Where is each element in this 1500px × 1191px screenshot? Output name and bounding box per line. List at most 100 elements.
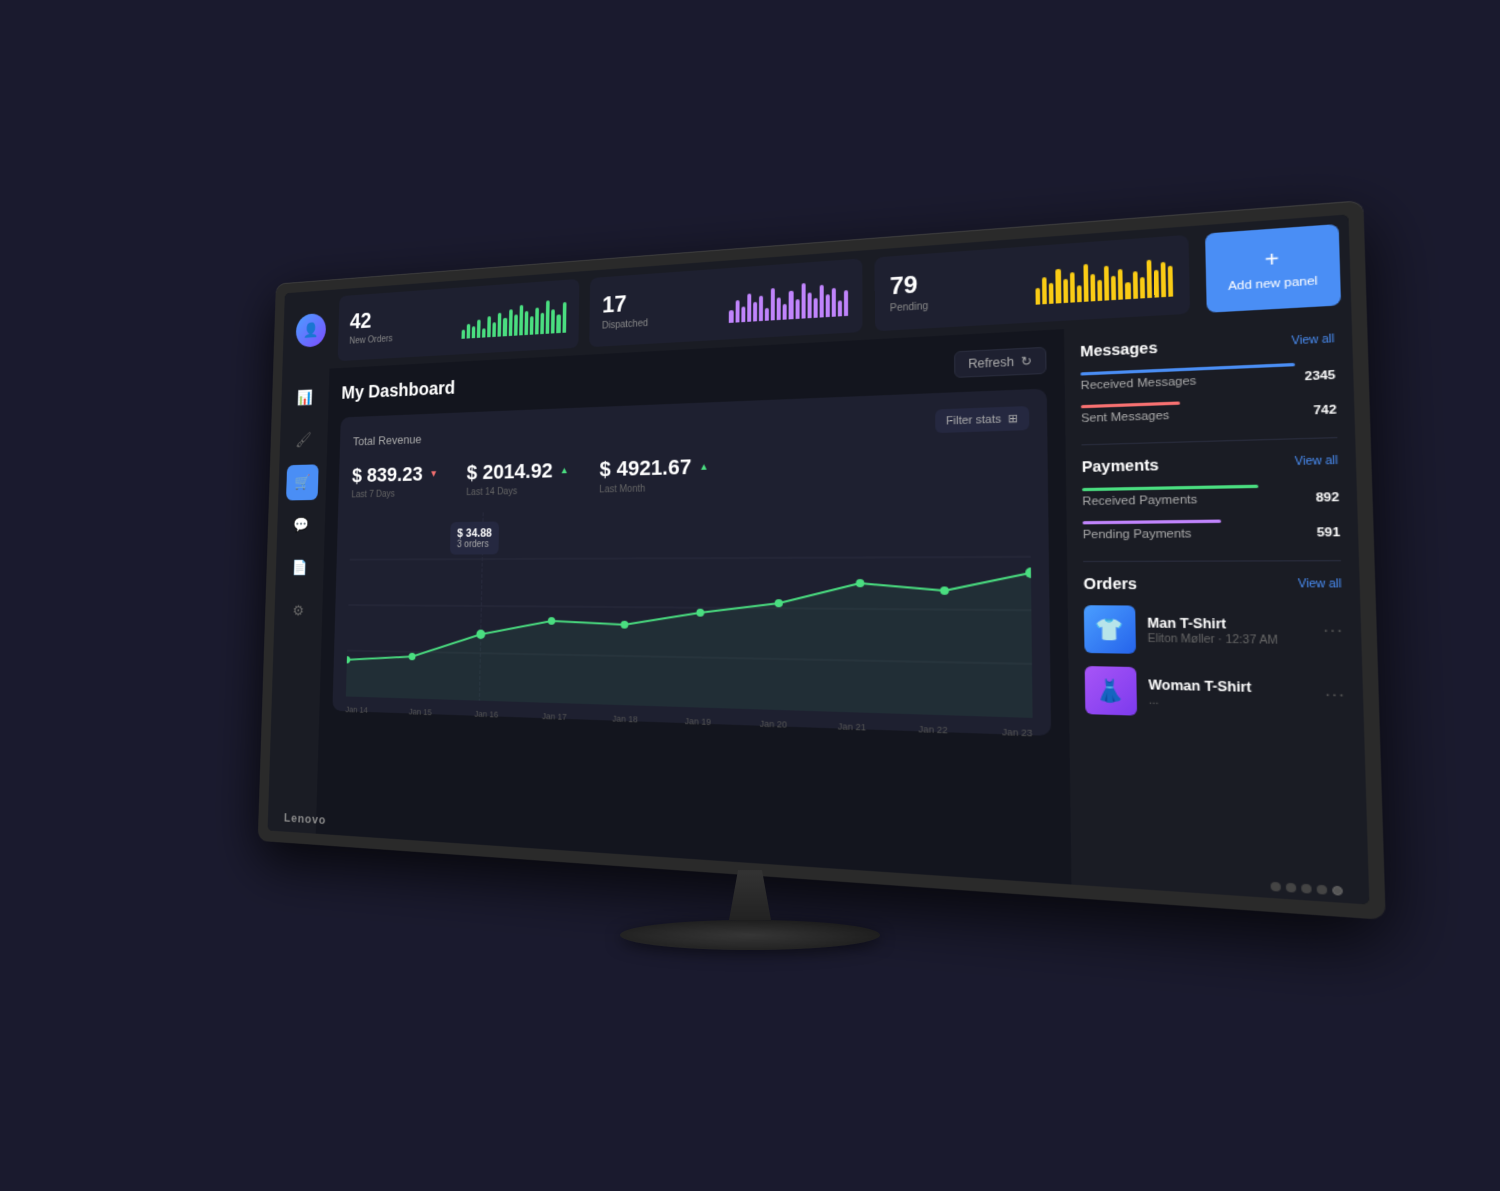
payment-count: 591 (1317, 526, 1341, 540)
trend-indicator: ▲ (695, 460, 712, 473)
mini-bar (729, 310, 733, 323)
chart-icon[interactable]: 📊 (289, 379, 322, 416)
add-panel-button[interactable]: + Add new panel (1205, 224, 1341, 313)
revenue-card-header: Total Revenue Filter stats ⊞ (353, 406, 1030, 452)
file-icon[interactable]: 📄 (283, 550, 316, 586)
add-panel-label: Add new panel (1228, 274, 1318, 293)
mini-bar (1125, 282, 1130, 300)
dashboard-title: My Dashboard (341, 378, 455, 404)
settings-icon[interactable]: ⚙ (282, 593, 315, 629)
orders-view-all[interactable]: View all (1298, 578, 1342, 591)
revenue-stat-0: $ 839.23▼Last 7 Days (351, 462, 441, 500)
revenue-card-title: Total Revenue (353, 432, 422, 448)
mini-bar (813, 298, 817, 318)
right-panel: Messages View all Received Messages2345S… (1064, 314, 1369, 905)
chat-icon[interactable]: 💬 (285, 507, 318, 543)
revenue-stat-2: $ 4921.67▲Last Month (599, 454, 712, 495)
x-axis-label: Jan 21 (838, 721, 866, 732)
avatar-area: 👤 (282, 289, 339, 371)
x-axis-label: Jan 17 (542, 711, 567, 722)
mini-bar (535, 307, 539, 334)
revenue-amount: $ 4921.67▲ (599, 454, 712, 482)
mini-chart (461, 295, 566, 338)
mini-bar (783, 303, 787, 319)
order-sub: Eliton Møller · 12:37 AM (1147, 632, 1310, 647)
power-button[interactable] (1332, 886, 1343, 896)
mini-bar (1118, 268, 1123, 299)
mini-bar (832, 287, 836, 316)
ctrl-dot (1317, 885, 1328, 895)
mini-bar (801, 283, 805, 319)
ctrl-dot (1301, 884, 1312, 894)
mini-bar (466, 323, 470, 338)
revenue-stats: $ 839.23▼Last 7 Days $ 2014.92▲Last 14 Da… (351, 445, 1030, 500)
orders-title: Orders (1083, 575, 1137, 592)
mini-bar (753, 302, 757, 321)
mini-bar (1070, 272, 1075, 303)
x-axis-label: Jan 14 (345, 705, 368, 715)
refresh-label: Refresh (968, 354, 1014, 371)
x-axis-label: Jan 19 (685, 716, 711, 727)
message-count: 2345 (1304, 369, 1335, 384)
revenue-chart (346, 504, 1033, 718)
messages-view-all[interactable]: View all (1291, 333, 1334, 347)
order-item-1: 👗Woman T-Shirt...··· (1085, 666, 1346, 722)
order-thumbnail: 👕 (1084, 605, 1136, 654)
mini-bar (771, 288, 775, 320)
filter-stats-button[interactable]: Filter stats ⊞ (935, 406, 1029, 433)
revenue-amount: $ 2014.92▲ (466, 458, 572, 485)
avatar[interactable]: 👤 (296, 313, 327, 348)
order-more-button[interactable]: ··· (1322, 621, 1343, 642)
filter-label: Filter stats (946, 413, 1001, 427)
revenue-stat-1: $ 2014.92▲Last 14 Days (466, 458, 572, 498)
mini-bar (1077, 285, 1082, 302)
mini-bar (524, 311, 528, 335)
mini-bar (1146, 260, 1151, 298)
mini-bar (789, 290, 793, 319)
mini-bar (765, 308, 769, 321)
x-axis-label: Jan 16 (474, 709, 498, 719)
mini-bar (1104, 266, 1109, 301)
stand-base (620, 920, 880, 950)
mini-chart (1035, 254, 1173, 305)
mini-bar (487, 316, 491, 337)
mini-bar (519, 305, 523, 335)
payment-item-0: Received Payments892 (1082, 483, 1339, 508)
mini-bar (1154, 269, 1159, 297)
mini-bar (514, 314, 518, 335)
cart-icon[interactable]: 🛒 (286, 464, 319, 500)
stat-card-0: 42New Orders (338, 279, 580, 361)
brush-icon[interactable]: 🖌 (287, 422, 320, 458)
ctrl-dot (1286, 883, 1296, 893)
monitor-frame: 👤 42New Orders17Dispatched79Pending + Ad… (258, 200, 1386, 920)
mini-bar (759, 295, 763, 321)
revenue-period: Last 7 Days (351, 488, 440, 500)
x-axis-label: Jan 18 (612, 714, 638, 725)
messages-title: Messages (1080, 339, 1158, 360)
mini-bar (741, 306, 745, 322)
refresh-button[interactable]: Refresh ↻ (954, 347, 1047, 378)
mini-bar (546, 300, 550, 333)
stat-card-2: 79Pending (875, 235, 1190, 331)
order-more-button[interactable]: ··· (1324, 686, 1345, 707)
mini-bar (540, 313, 544, 334)
mini-bar (562, 302, 566, 333)
revenue-period: Last 14 Days (466, 485, 572, 498)
mini-bar (1111, 276, 1116, 300)
dashboard-content: My Dashboard Refresh ↻ Total Revenue (316, 329, 1072, 885)
main-area: 📊 🖌 🛒 💬 📄 ⚙ My Dashboard Refresh ↻ (268, 314, 1370, 905)
message-label: Sent Messages (1081, 409, 1169, 425)
payments-title: Payments (1082, 456, 1159, 475)
mini-bar (844, 290, 848, 316)
payment-count: 892 (1316, 491, 1340, 505)
mini-bar (826, 294, 830, 317)
order-thumbnail: 👗 (1085, 666, 1137, 716)
x-axis-label: Jan 20 (760, 718, 787, 729)
mini-bar (530, 316, 534, 334)
revenue-amount: $ 839.23▼ (352, 462, 442, 488)
payments-view-all[interactable]: View all (1294, 454, 1338, 467)
order-name: Man T-Shirt (1147, 615, 1310, 632)
mini-bar (1139, 277, 1144, 298)
order-item-0: 👕 Man T-ShirtEliton Møller · 12:37 AM ··· (1084, 605, 1344, 657)
x-axis-label: Jan 23 (1002, 727, 1033, 739)
